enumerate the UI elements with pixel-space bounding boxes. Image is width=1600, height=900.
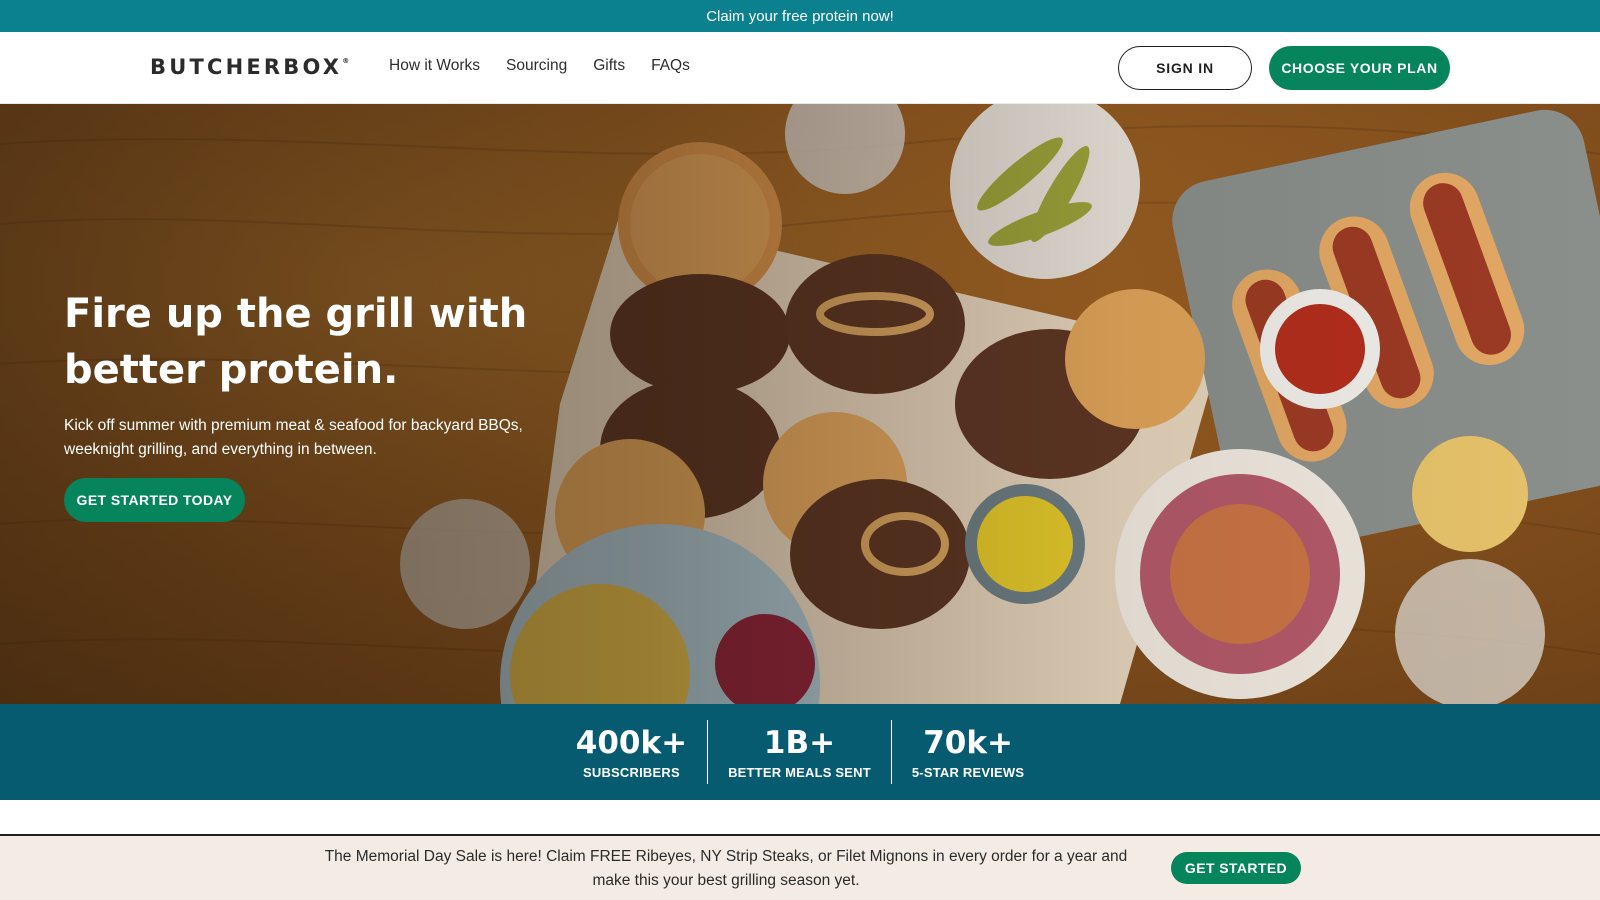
- get-started-today-button[interactable]: GET STARTED TODAY: [64, 478, 245, 522]
- stat-value: 70k+: [923, 724, 1013, 761]
- site-header: BUTCHERBOX® How it Works Sourcing Gifts …: [0, 32, 1600, 104]
- hero-subtitle: Kick off summer with premium meat & seaf…: [64, 417, 523, 458]
- butcherbox-logo[interactable]: BUTCHERBOX®: [150, 55, 349, 79]
- hero-section: Fire up the grill with better protein. K…: [0, 104, 1600, 704]
- promo-bar[interactable]: Claim your free protein now!: [0, 0, 1600, 32]
- stat-value: 400k+: [575, 724, 688, 761]
- memorial-day-sale-banner: The Memorial Day Sale is here! Claim FRE…: [0, 834, 1600, 900]
- stat-value: 1B+: [763, 724, 836, 761]
- stat-subscribers: 400k+ SUBSCRIBERS: [556, 720, 707, 784]
- hero-overlay: [0, 104, 1600, 704]
- promo-text[interactable]: Claim your free protein now!: [706, 8, 894, 25]
- stat-meals-sent: 1B+ BETTER MEALS SENT: [707, 720, 891, 784]
- choose-your-plan-button[interactable]: CHOOSE YOUR PLAN: [1269, 46, 1450, 90]
- nav-item-faqs[interactable]: FAQs: [651, 57, 690, 75]
- sale-get-started-button[interactable]: GET STARTED: [1171, 852, 1301, 884]
- sale-banner-text: The Memorial Day Sale is here! Claim FRE…: [324, 848, 1128, 889]
- sign-in-button[interactable]: SIGN IN: [1118, 46, 1252, 90]
- stat-label: SUBSCRIBERS: [583, 764, 680, 780]
- stat-label: BETTER MEALS SENT: [728, 764, 871, 780]
- hero-title: Fire up the grill with better protein.: [64, 291, 528, 393]
- stat-reviews: 70k+ 5-STAR REVIEWS: [890, 720, 1044, 784]
- nav-item-gifts[interactable]: Gifts: [593, 57, 625, 75]
- stats-bar: 400k+ SUBSCRIBERS 1B+ BETTER MEALS SENT …: [0, 704, 1600, 800]
- nav-item-how-it-works[interactable]: How it Works: [389, 57, 480, 75]
- main-nav: How it Works Sourcing Gifts FAQs: [389, 57, 716, 75]
- stat-label: 5-STAR REVIEWS: [911, 764, 1025, 780]
- nav-item-sourcing[interactable]: Sourcing: [506, 57, 567, 75]
